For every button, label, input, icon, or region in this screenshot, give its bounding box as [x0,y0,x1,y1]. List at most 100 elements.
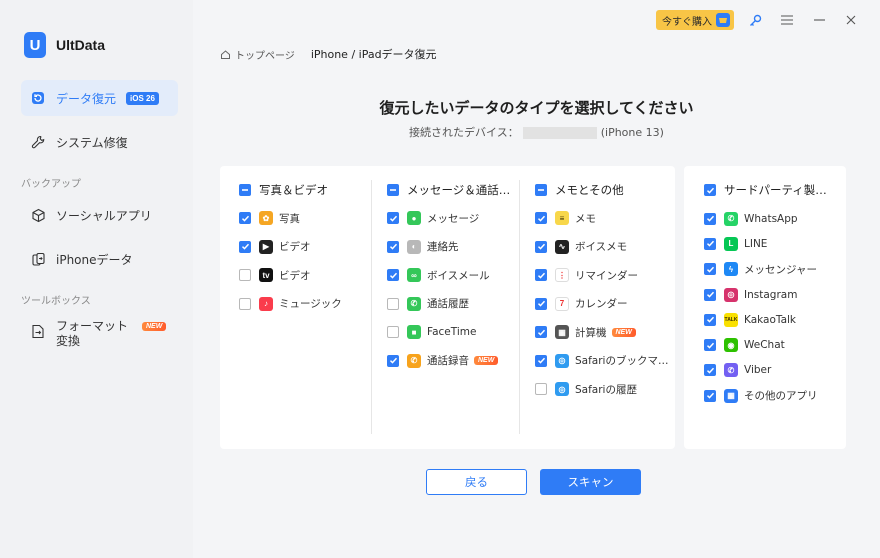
category-column-messages: メッセージ＆通話… ● メッセージ ◐ 連絡先 ∞ ボイスメール ✆ 通話履歴 ■ FaceTime… [387,180,517,375]
app-name: UltData [56,37,106,53]
category-item[interactable]: ≡ メモ [535,204,673,233]
category-item[interactable]: ∞ ボイスメール [387,261,517,290]
category-item-label: 写真 [279,212,300,225]
sidebar-item-system-repair[interactable]: システム修復 [21,124,178,160]
category-item[interactable]: ✿ 写真 [239,204,369,233]
category-item[interactable]: ◐ 連絡先 [387,233,517,262]
device-name-redacted [522,127,597,139]
restore-icon [30,90,46,106]
category-item[interactable]: ✆ 通話履歴 [387,290,517,319]
phone-transfer-icon [30,251,46,267]
photos-icon: ✿ [259,211,273,226]
category-header[interactable]: サードパーティ製… [704,180,844,200]
sidebar-item-data-recovery[interactable]: データ復元 iOS 26 [21,80,178,116]
checkbox-checked-icon[interactable] [387,240,399,253]
category-item[interactable]: ♪ ミュージック [239,290,369,319]
checkbox-checked-icon[interactable] [535,354,547,367]
category-item[interactable]: L LINE [704,231,844,256]
partial-checkbox-icon[interactable] [535,184,547,196]
category-item[interactable]: ◎ Instagram [704,282,844,307]
category-item[interactable]: ✆ WhatsApp [704,206,844,231]
scan-button[interactable]: スキャン [540,469,641,495]
checkbox-unchecked-icon[interactable] [535,383,547,396]
category-item[interactable]: ▦ その他のアプリ [704,383,844,408]
whatsapp-icon: ✆ [724,211,738,226]
safari-icon: ◎ [555,382,569,397]
sidebar-item-social-apps[interactable]: ソーシャルアプリ [21,197,178,233]
category-item-label: メッセンジャー [744,263,817,276]
category-title: メッセージ＆通話… [407,183,511,197]
close-icon[interactable] [840,10,862,30]
checkbox-checked-icon[interactable] [704,212,716,225]
call-record-icon: ✆ [407,353,421,368]
key-icon[interactable] [744,10,766,30]
checkbox-unchecked-icon[interactable] [239,269,251,282]
checkbox-checked-icon[interactable] [704,339,716,352]
checkbox-checked-icon[interactable] [239,212,251,225]
category-item-label: メッセージ [427,212,480,225]
sidebar-item-format-convert[interactable]: フォーマット変換 NEW [21,313,178,353]
checkbox-checked-icon[interactable] [387,269,399,282]
category-item-label: ボイスメモ [575,241,628,254]
category-item[interactable]: TALK KakaoTalk [704,307,844,332]
category-item-label: Safariのブックマ… [575,355,669,368]
menu-icon[interactable] [776,10,798,30]
reminders-icon: ⋮ [555,268,569,283]
checkbox-checked-icon[interactable] [704,184,716,196]
breadcrumb-home[interactable]: トップページ [220,47,295,62]
checkbox-checked-icon[interactable] [704,364,716,377]
category-item[interactable]: ▶ ビデオ [239,233,369,262]
category-item[interactable]: ■ FaceTime [387,318,517,347]
category-item-label: リマインダー [575,269,638,282]
category-item[interactable]: 7 カレンダー [535,290,673,319]
checkbox-checked-icon[interactable] [535,297,547,310]
category-item[interactable]: ▦ 計算機 NEW [535,318,673,347]
checkbox-checked-icon[interactable] [535,212,547,225]
message-icon: ● [407,211,421,226]
phone-icon: ✆ [407,296,421,311]
category-item[interactable]: ✆ 通話録音 NEW [387,347,517,376]
buy-now-button[interactable]: 今すぐ購入 [656,10,734,30]
sidebar-item-iphone-data[interactable]: iPhoneデータ [21,241,178,277]
category-item[interactable]: ● メッセージ [387,204,517,233]
section-label-backup: バックアップ [21,179,81,190]
category-title: 写真＆ビデオ [259,183,328,197]
category-item[interactable]: ∿ ボイスメモ [535,233,673,262]
category-item[interactable]: ◉ WeChat [704,332,844,357]
checkbox-checked-icon[interactable] [239,240,251,253]
checkbox-checked-icon[interactable] [704,389,716,402]
category-header[interactable]: 写真＆ビデオ [239,180,369,200]
checkbox-checked-icon[interactable] [387,212,399,225]
category-item[interactable]: tv ビデオ [239,261,369,290]
sidebar-item-label: フォーマット変換 [56,319,129,348]
category-item-label: WeChat [744,339,785,352]
category-item[interactable]: ϟ メッセンジャー [704,257,844,282]
checkbox-unchecked-icon[interactable] [239,297,251,310]
voice-memo-icon: ∿ [555,239,569,254]
category-item-label: Safariの履歴 [575,383,637,396]
category-item[interactable]: ◎ Safariのブックマ… [535,347,673,376]
back-button[interactable]: 戻る [426,469,527,495]
category-header[interactable]: メッセージ＆通話… [387,180,517,200]
checkbox-checked-icon[interactable] [704,263,716,276]
category-item[interactable]: ⋮ リマインダー [535,261,673,290]
category-item-label: 通話履歴 [427,298,469,311]
sidebar-item-label: ソーシャルアプリ [56,208,152,223]
checkbox-unchecked-icon[interactable] [387,297,399,310]
checkbox-checked-icon[interactable] [704,288,716,301]
checkbox-checked-icon[interactable] [704,237,716,250]
category-item[interactable]: ◎ Safariの履歴 [535,375,673,404]
checkbox-checked-icon[interactable] [387,354,399,367]
partial-checkbox-icon[interactable] [387,184,399,196]
checkbox-checked-icon[interactable] [535,269,547,282]
category-header[interactable]: メモとその他 [535,180,673,200]
checkbox-checked-icon[interactable] [535,326,547,339]
sidebar-item-label: システム修復 [56,135,128,150]
minimize-icon[interactable] [808,10,830,30]
checkbox-unchecked-icon[interactable] [387,326,399,339]
category-item[interactable]: ✆ Viber [704,358,844,383]
category-item-label: Instagram [744,288,798,301]
checkbox-checked-icon[interactable] [535,240,547,253]
checkbox-checked-icon[interactable] [704,313,716,326]
partial-checkbox-icon[interactable] [239,184,251,196]
